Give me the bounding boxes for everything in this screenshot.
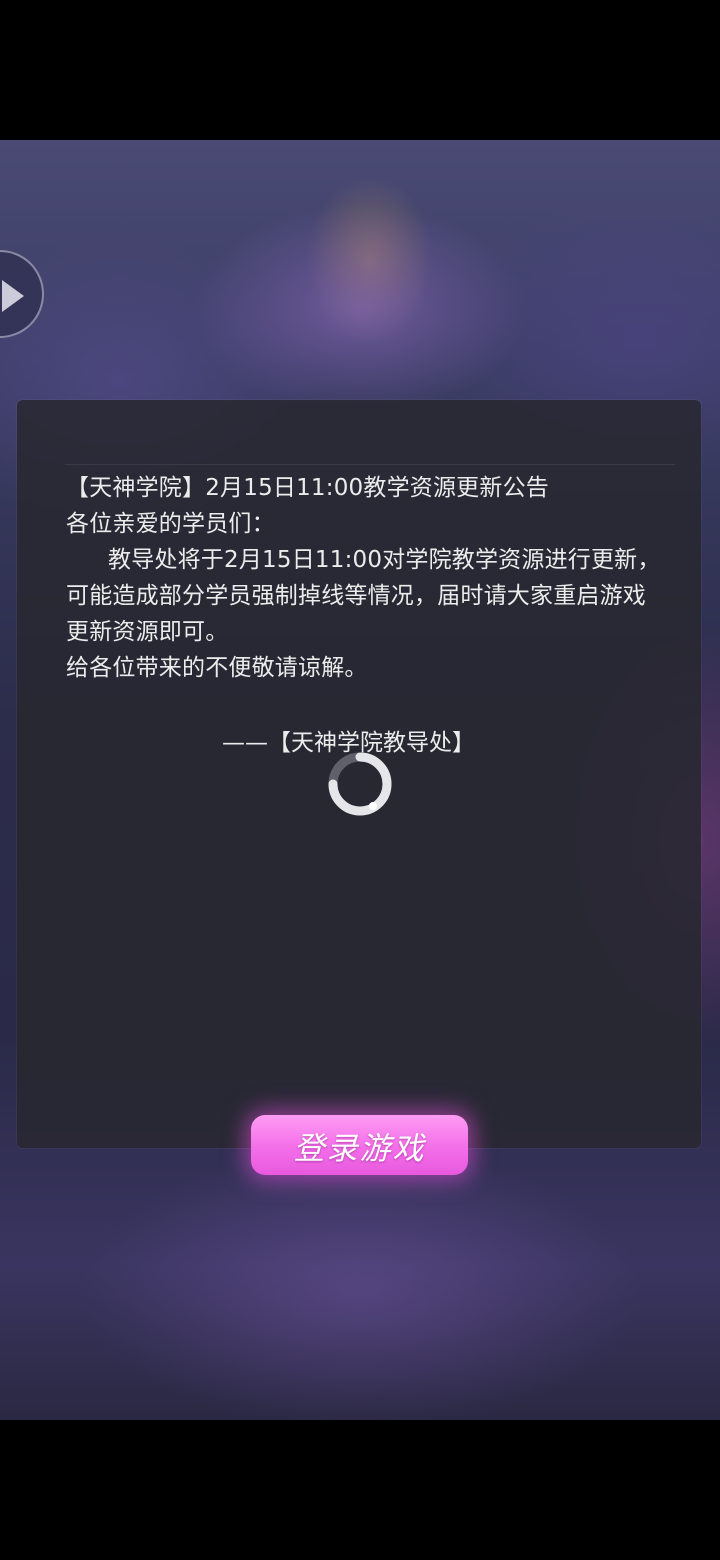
announcement-greeting: 各位亲爱的学员们： (66, 511, 275, 537)
game-screen: 【天神学院】2月15日11:00教学资源更新公告 各位亲爱的学员们： 教导处将于… (0, 0, 720, 1560)
loading-spinner-icon (328, 752, 392, 816)
bottom-letterbox (0, 1420, 720, 1560)
play-icon (2, 280, 24, 312)
announcement-text: 【天神学院】2月15日11:00教学资源更新公告 各位亲爱的学员们： 教导处将于… (66, 470, 666, 686)
divider (65, 464, 675, 465)
announcement-apology: 给各位带来的不便敬请谅解。 (66, 655, 368, 681)
login-game-label: 登录游戏 (293, 1130, 426, 1167)
login-game-button[interactable]: 登录游戏 (251, 1115, 468, 1175)
announcement-title: 【天神学院】2月15日11:00教学资源更新公告 (66, 475, 549, 501)
announcement-body: 教导处将于2月15日11:00对学院教学资源进行更新，可能造成部分学员强制掉线等… (66, 547, 661, 645)
